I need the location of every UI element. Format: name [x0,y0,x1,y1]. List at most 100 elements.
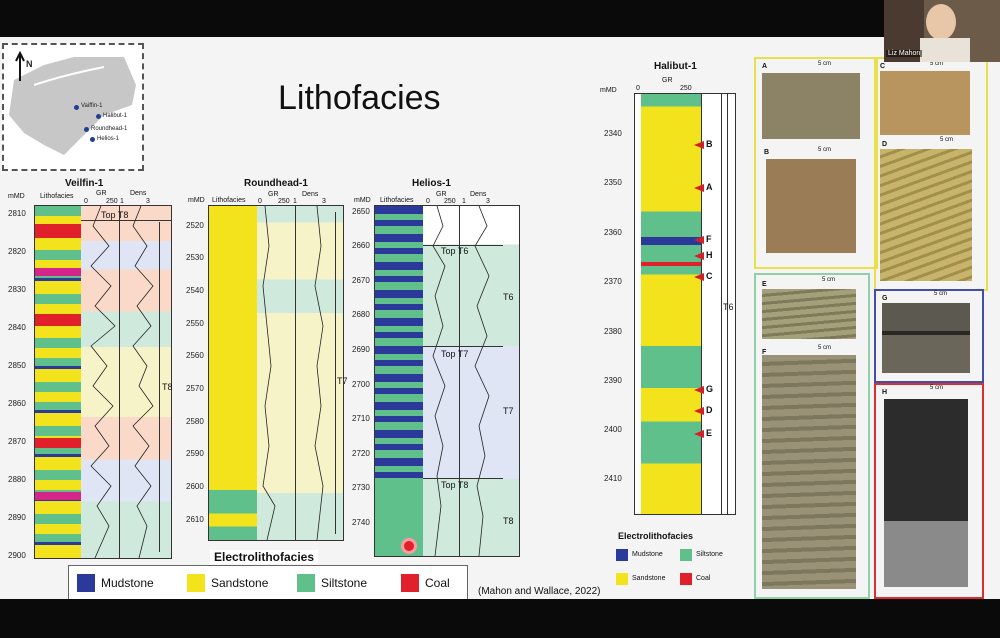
core-photo-d [880,149,972,281]
depth-tick: 2520 [186,221,204,230]
veilfin-log-frame: Top T8 T8 [34,205,173,559]
depth-tick: 2680 [352,310,370,319]
core-scale-label: 5 cm [934,291,948,297]
depth-tick: 2850 [8,361,26,370]
core-photo-f [762,355,856,589]
map-well-label: Halibut-1 [103,113,128,119]
core-scale-label: 5 cm [818,147,832,153]
depth-tick: 2830 [8,285,26,294]
lithofacies-legend: Mudstone Sandstone Siltstone Coal [68,565,468,599]
small-legend-title: Electrolithofacies [618,531,694,541]
legend-title: Electrolithofacies [210,550,319,564]
depth-tick: 2820 [8,247,26,256]
small-legend-swatch-mudstone [616,549,628,561]
small-legend-label: Siltstone [696,551,723,558]
col-header-lithofacies: Lithofacies [212,197,246,204]
gr-scale-min: 0 [84,198,88,205]
depth-tick: 2730 [352,483,370,492]
unit-bracket [335,212,336,534]
location-map: N Vaiffin-1 Halibut-1 Roundhead-1 Helios… [2,43,144,171]
core-photo-c [880,71,970,135]
col-header-mmd: mMD [354,197,371,204]
core-marker-label: E [706,428,713,438]
gr-scale-max: 250 [444,198,456,205]
depth-tick: 2870 [8,437,26,446]
core-photo-b [766,159,856,253]
top-line [423,346,503,347]
core-marker-arrow [694,407,704,415]
helios-lithofacies-column [375,206,423,480]
depth-tick: 2400 [604,425,622,434]
halibut-gr-column [641,94,701,514]
helios-log-frame: Top T6 Top T7 Top T8 T6 T7 T8 [374,205,520,557]
col-header-lithofacies: Lithofacies [40,193,74,200]
unit-label-t8: T8 [162,382,173,392]
core-photo-h [884,399,968,587]
viewer-bottom-bar [0,599,1000,638]
depth-tick: 2360 [604,228,622,237]
depth-tick: 2540 [186,286,204,295]
well-title-roundhead: Roundhead-1 [244,178,308,189]
core-marker-label: A [706,182,713,192]
small-legend-swatch-sandstone [616,573,628,585]
depth-tick: 2600 [186,482,204,491]
depth-tick: 2390 [604,376,622,385]
depth-tick: 2350 [604,178,622,187]
participant-video-thumbnail[interactable]: Liz Mahon [884,0,1000,62]
track-divider [701,94,702,514]
unit-label: T7 [503,406,514,416]
veilfin-lithofacies-column [35,206,81,558]
depth-tick: 2580 [186,417,204,426]
core-marker-label: G [706,384,714,394]
gr-scale-min: 0 [258,198,262,205]
legend-label: Mudstone [101,576,154,590]
core-photo-label: D [882,141,888,148]
coal-bed [35,268,81,276]
depth-tick: 2550 [186,319,204,328]
well-title-helios: Helios-1 [412,178,451,189]
col-header-gr: GR [662,77,673,84]
depth-tick: 2560 [186,351,204,360]
depth-tick: 2410 [604,474,622,483]
legend-swatch-coal [401,574,419,592]
core-marker-label: F [706,234,712,244]
unit-label-t6: T6 [723,302,734,312]
dens-scale-max: 3 [322,198,326,205]
depth-tick: 2690 [352,345,370,354]
core-scale-label: 5 cm [940,137,954,143]
top-label: Top T8 [441,480,469,490]
legend-label: Coal [425,576,450,590]
legend-swatch-sandstone [187,574,205,592]
map-well-label: Helios-1 [97,136,120,142]
depth-tick: 2370 [604,277,622,286]
top-t8-line [81,220,171,221]
coal-bed [35,224,81,238]
core-marker-arrow [694,430,704,438]
unit-label: T6 [503,292,514,302]
depth-tick: 2860 [8,399,26,408]
depth-tick: 2740 [352,518,370,527]
core-photo-label: H [882,389,888,396]
top-label: Top T6 [441,246,469,256]
north-label: N [26,59,33,69]
well-dot [96,114,101,119]
coal-bed [35,438,81,448]
core-scale-label: 5 cm [818,345,832,351]
coal-bed [35,492,81,500]
core-marker-label: D [706,405,713,415]
core-marker-label: H [706,250,713,260]
roundhead-gr-curve [262,206,324,540]
legend-swatch-mudstone [77,574,95,592]
core-marker-arrow [694,273,704,281]
gr-scale-max: 250 [106,198,118,205]
depth-tick: 2590 [186,449,204,458]
core-marker-arrow [694,184,704,192]
participant-face [926,4,956,40]
gr-scale-max: 250 [278,198,290,205]
well-dot [74,105,79,110]
col-header-mmd: mMD [600,87,617,94]
citation: (Mahon and Wallace, 2022) [478,586,601,597]
core-marker-arrow [694,252,704,260]
dens-scale-min: 1 [120,198,124,205]
depth-tick: 2380 [604,327,622,336]
